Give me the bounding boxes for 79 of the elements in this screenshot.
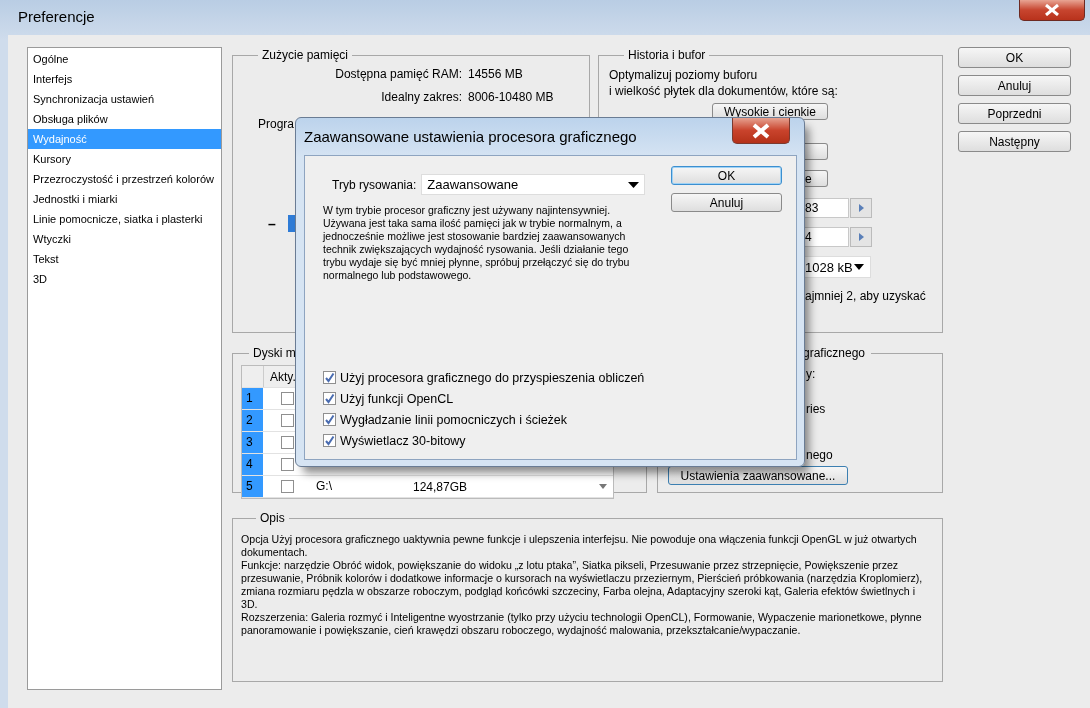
close-icon	[1044, 4, 1060, 16]
sidebar-item[interactable]: Przezroczystość i przestrzeń kolorów	[28, 169, 221, 189]
gpu-text: ries	[806, 402, 826, 416]
row-number[interactable]: 1	[242, 388, 263, 409]
close-button[interactable]	[732, 118, 790, 144]
dialog-button[interactable]: Następny	[958, 131, 1071, 152]
number-field[interactable]: 83	[805, 198, 849, 218]
sidebar-item[interactable]: Wtyczki	[28, 229, 221, 249]
option-label: Wyświetlacz 30-bitowy	[340, 433, 466, 448]
memory-label: Idealny zakres:	[380, 90, 462, 104]
option-checkbox[interactable]	[323, 434, 336, 447]
active-checkbox[interactable]	[281, 458, 294, 471]
dropdown-arrow-icon	[854, 264, 864, 270]
preset-button[interactable]: e	[804, 170, 828, 187]
sidebar-item[interactable]: Jednostki i miarki	[28, 189, 221, 209]
row-number[interactable]: 5	[242, 476, 263, 497]
row-number[interactable]: 3	[242, 432, 263, 453]
slider-arrow-button[interactable]	[850, 198, 872, 218]
group-title: Opis	[259, 510, 286, 526]
row-number[interactable]: 2	[242, 410, 263, 431]
preset-button[interactable]	[804, 143, 828, 160]
slider-track[interactable]	[287, 215, 296, 232]
option-label: Użyj procesora graficznego do przyspieszenia obliczeń	[340, 370, 645, 385]
minus-label: –	[268, 215, 276, 232]
dialog-title: Zaawansowane ustawienia procesora graficznego	[304, 128, 637, 145]
option-label: Wygładzanie linii pomocniczych i ścieżek	[340, 412, 568, 427]
group-title: Zużycie pamięci	[261, 47, 350, 63]
slider-arrow-button[interactable]	[850, 227, 872, 247]
sidebar-item[interactable]: 3D	[28, 269, 221, 289]
active-checkbox[interactable]	[281, 392, 294, 405]
active-checkbox[interactable]	[281, 414, 294, 427]
close-button[interactable]	[1019, 0, 1085, 21]
dropdown-arrow-icon[interactable]	[599, 484, 607, 489]
gpu-text: y:	[806, 367, 816, 381]
memory-label: Dostępna pamięć RAM:	[334, 67, 462, 81]
sidebar-item[interactable]: Kursory	[28, 149, 221, 169]
memory-value: 8006-10480 MB	[468, 90, 555, 104]
mode-dropdown[interactable]: Zaawansowane	[421, 174, 646, 195]
mode-label: Tryb rysowania:	[332, 177, 417, 192]
close-icon	[750, 122, 772, 139]
sidebar-item[interactable]: Tekst	[28, 249, 221, 269]
dialog-button[interactable]: Anuluj	[671, 193, 782, 212]
sidebar-item[interactable]: Synchronizacja ustawień	[28, 89, 221, 109]
advanced-settings-button[interactable]: Ustawienia zaawansowane...	[668, 466, 848, 485]
program-label: Progra	[258, 117, 296, 131]
memory-value: 14556 MB	[468, 67, 524, 81]
dialog-button[interactable]: OK	[958, 47, 1071, 68]
description-text: Opcja Użyj procesora graficznego uaktywnia pewne funkcje i ulepszenia interfejsu. Nie powoduje ona włączenia funkcji OpenGL w już otwartych dokumentach.	[241, 533, 918, 559]
active-checkbox[interactable]	[281, 480, 294, 493]
dialog-button[interactable]: Anuluj	[958, 75, 1071, 96]
tile-size-dropdown[interactable]: 1028 kB	[805, 256, 871, 278]
option-checkbox[interactable]	[323, 371, 336, 384]
group-title: Dyski m	[252, 345, 297, 361]
table-cell: 124,87GB	[413, 479, 468, 494]
window-title: Preferencje	[18, 8, 95, 25]
active-checkbox[interactable]	[281, 436, 294, 449]
dialog-button[interactable]: OK	[671, 166, 782, 185]
gpu-text: nego	[806, 448, 833, 462]
group-title: graficznego	[803, 345, 867, 361]
sidebar-item[interactable]: Interfejs	[28, 69, 221, 89]
dropdown-arrow-icon	[628, 181, 640, 188]
mode-description: W tym trybie procesor graficzny jest używany najintensywniej. Używana jest taka sama ilość pamięci jak w trybie normalnym, a jednocześnie możliwe jest stosowanie bardziej zaawansowanych technik zwiększających wydajność rysowania. Jeśli działanie tego trybu wydaje się być mniej płynne, spróbuj przełączyć się do trybu normalnego lub podstawowego.	[323, 204, 631, 282]
sidebar-item[interactable]: Ogólne	[28, 49, 221, 69]
row-number[interactable]: 4	[242, 454, 263, 475]
option-checkbox[interactable]	[323, 392, 336, 405]
arrow-right-icon	[858, 233, 864, 241]
sidebar-item[interactable]: Linie pomocnicze, siatka i plasterki	[28, 209, 221, 229]
option-checkbox[interactable]	[323, 413, 336, 426]
sidebar-item[interactable]: Obsługa plików	[28, 109, 221, 129]
description-text: Rozszerzenia: Galeria rozmyć i Inteligentne wyostrzanie (tylko przy użyciu technologii OpenCL), Formowanie, Wypaczenie marionetkowe, płynne panoramowanie i powiększanie, cień krawędzi obszaru roboczego, wydajność malowania, przekształcanie/wypaczanie.	[241, 611, 923, 637]
dialog-button[interactable]: Poprzedni	[958, 103, 1071, 124]
description-text: Funkcje: narzędzie Obróć widok, powiększanie do widoku „z lotu ptaka”, Siatka pikseli, Przesuwanie przez strzepnięcie, Powiększenie przez przesuwanie, Próbnik kolorów i dodatkowe informacje o kursorach na wyświetlaczu przeziernym, Pierścień próbkowania (narzędzia Kroplomierz), zmiana rozmiaru pędzla w obszarze roboczym, podgląd końcówki szczeciny, Farba olejna, Adaptacyjny szeroki kąt, Galeria efektów świetlnych i 3D.	[241, 559, 924, 611]
history-description: Optymalizuj poziomy buforu i wielkość płytek dla dokumentów, które są:	[609, 67, 839, 99]
number-field[interactable]: 4	[805, 227, 849, 247]
option-label: Użyj funkcji OpenCL	[340, 391, 454, 406]
group-title: Historia i bufor	[627, 47, 707, 63]
arrow-right-icon	[858, 204, 864, 212]
table-cell: G:\	[316, 479, 332, 493]
history-note: ajmniej 2, aby uzyskać	[805, 289, 927, 303]
